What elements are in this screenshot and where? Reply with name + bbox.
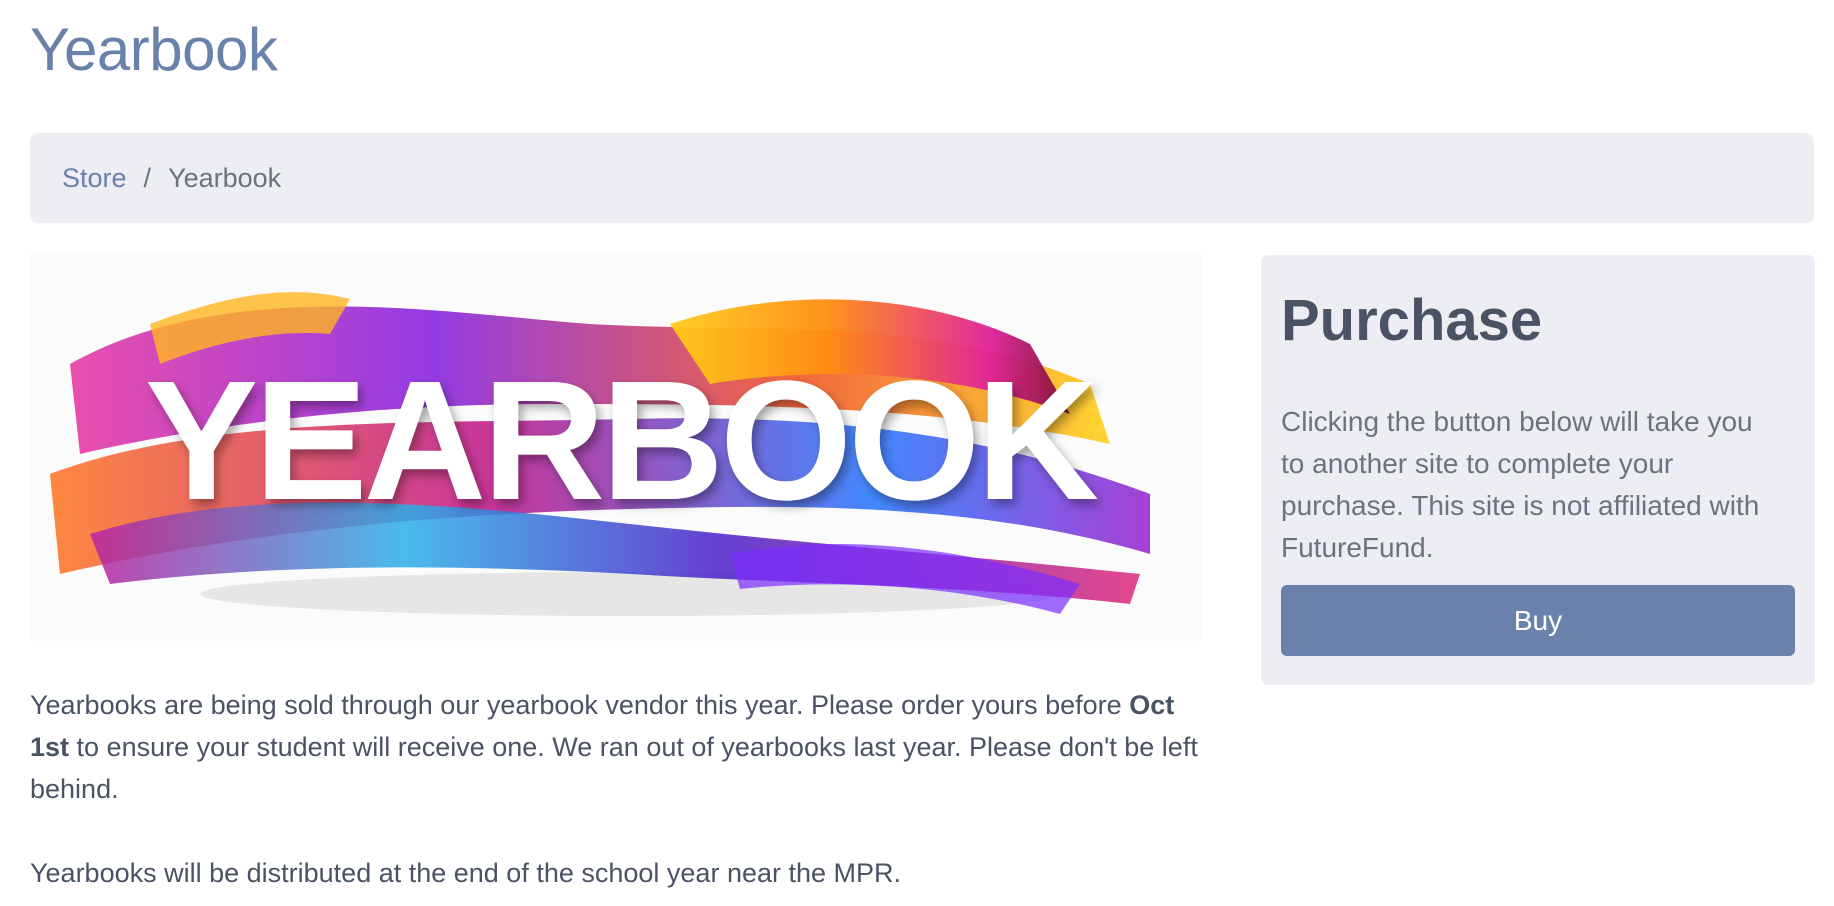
yearbook-banner-image: YEARBOOK: [30, 254, 1202, 641]
purchase-panel: Purchase Clicking the button below will …: [1261, 255, 1815, 685]
purchase-title: Purchase: [1281, 288, 1543, 353]
description-paragraph-2: Yearbooks will be distributed at the end…: [30, 858, 902, 888]
buy-button[interactable]: Buy: [1281, 585, 1795, 656]
description: Yearbooks are being sold through our yea…: [30, 684, 1210, 894]
page-title: Yearbook: [30, 16, 278, 83]
yearbook-banner-graphic: YEARBOOK: [50, 292, 1150, 616]
description-text-after: to ensure your student will receive one.…: [30, 732, 1198, 804]
banner-text: YEARBOOK: [145, 346, 1099, 536]
description-paragraph-1: Yearbooks are being sold through our yea…: [30, 684, 1210, 810]
purchase-description: Clicking the button below will take you …: [1281, 406, 1760, 563]
breadcrumb-separator: /: [143, 162, 152, 193]
breadcrumb-current: Yearbook: [168, 162, 282, 193]
description-text-before: Yearbooks are being sold through our yea…: [30, 690, 1130, 720]
breadcrumb: Store / Yearbook: [30, 133, 1814, 223]
breadcrumb-store-link[interactable]: Store: [62, 163, 127, 194]
page: Yearbook Store / Yearbook YEARBOOK Yearb…: [0, 0, 1834, 906]
